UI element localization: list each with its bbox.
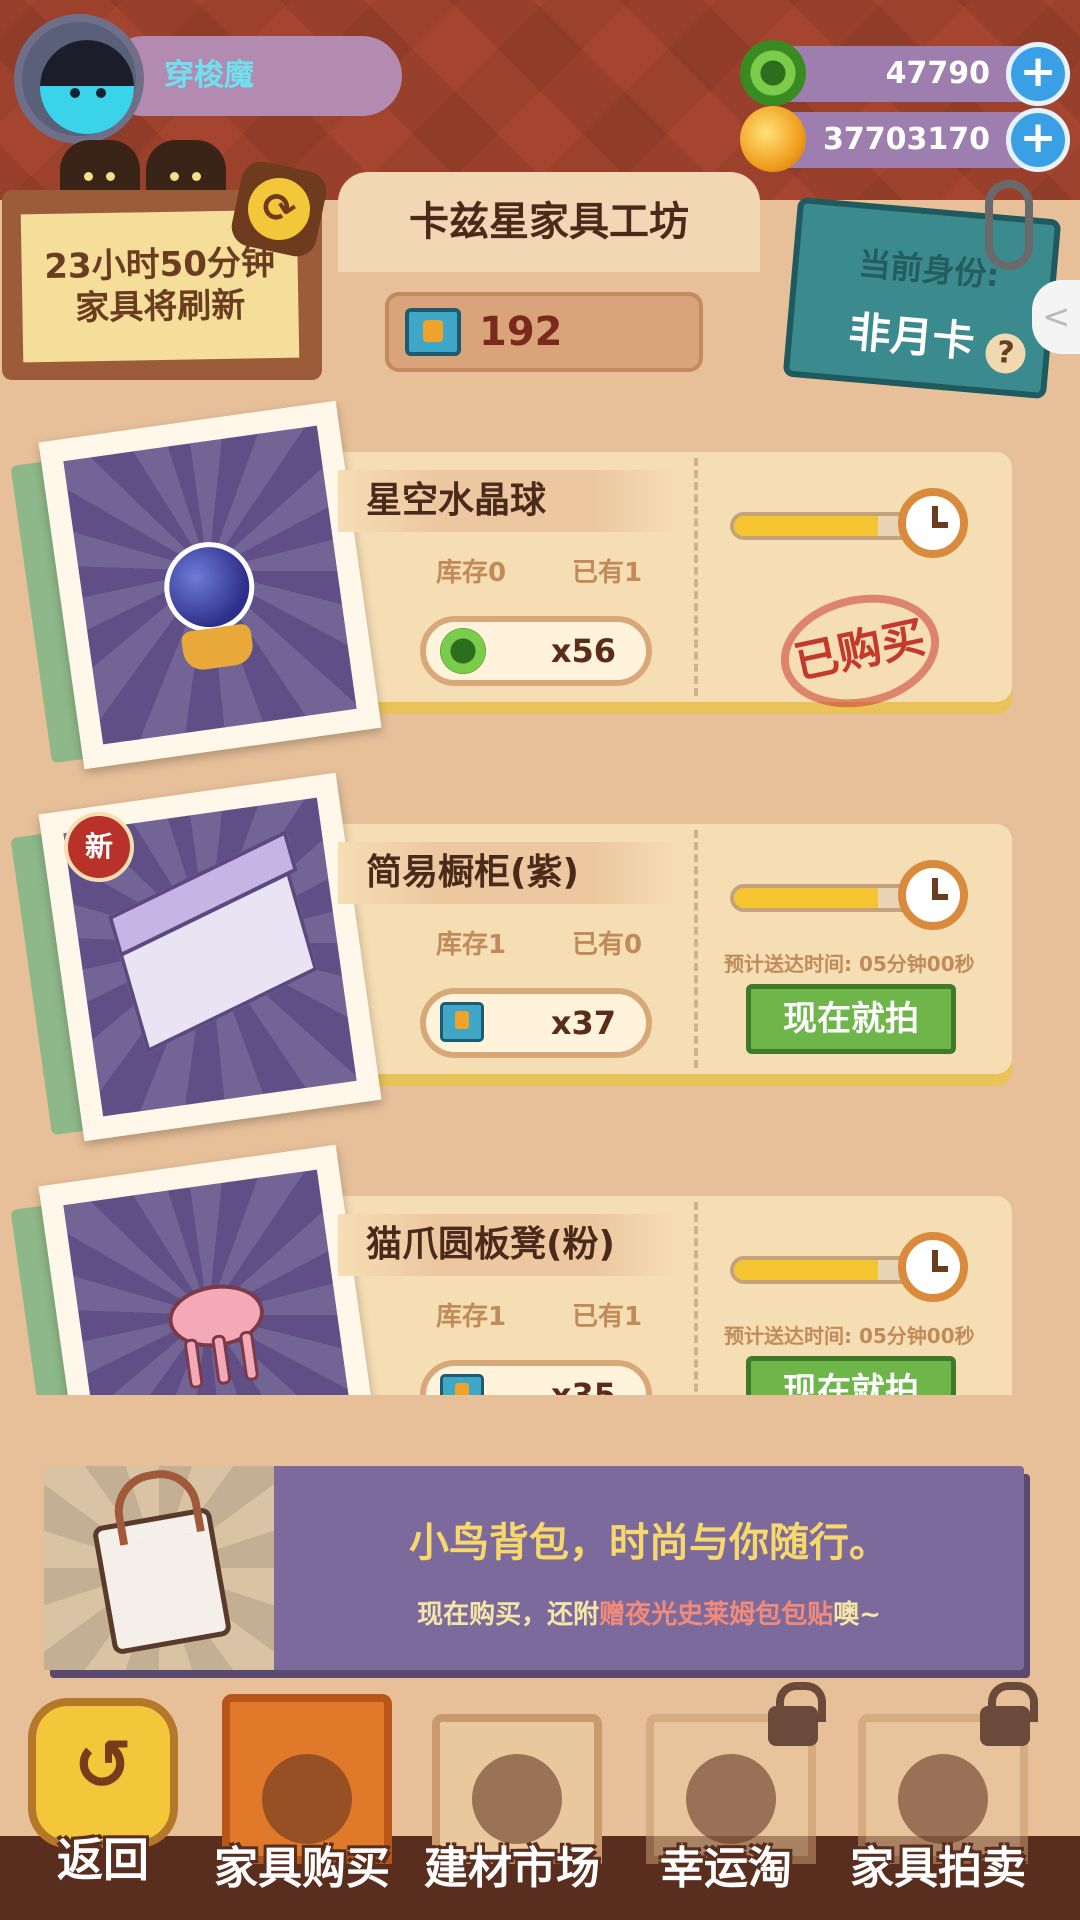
- item-name: 猫爪圆板凳(粉): [338, 1214, 678, 1276]
- promo-art: [44, 1466, 274, 1670]
- tab-furniture-auction[interactable]: 家具拍卖: [848, 1682, 1038, 1894]
- item-stock: 库存1: [436, 930, 507, 960]
- item-stock: 库存0: [436, 558, 507, 588]
- list-item: 星空水晶球 库存0 已有1 x56 已购买: [0, 400, 1080, 770]
- item-owned: 已有1: [572, 558, 643, 588]
- paper-clip-icon: [985, 180, 1033, 270]
- promo-title: 小鸟背包，时尚与你随行。: [409, 1520, 889, 1566]
- item-price: x56: [420, 616, 652, 686]
- paint-bucket-icon: [472, 1754, 562, 1844]
- refresh-button[interactable]: ⟳: [227, 157, 331, 261]
- list-item: 新 简易橱柜(紫) 库存1 已有0 x37 预计送达时间: 05分钟00秒 现在…: [0, 772, 1080, 1142]
- item-name: 星空水晶球: [338, 470, 678, 532]
- bid-now-button[interactable]: 现在就拍: [746, 984, 956, 1054]
- green-coin-icon: [740, 40, 806, 106]
- gavel-icon: [898, 1754, 988, 1844]
- ticket-count: 192: [479, 309, 563, 355]
- price-amount: x56: [550, 632, 616, 670]
- price-amount: x37: [550, 1004, 616, 1042]
- tab-label: 幸运淘: [660, 1843, 792, 1894]
- tab-furniture-purchase[interactable]: 家具购买: [212, 1694, 392, 1894]
- tab-label: 家具拍卖: [850, 1843, 1026, 1894]
- price-amount: x35: [550, 1376, 616, 1395]
- star-icon: [686, 1754, 776, 1844]
- timer-fill: [734, 888, 878, 908]
- new-badge: 新: [64, 812, 134, 882]
- timer-fill: [734, 516, 878, 536]
- timer-fill: [734, 1260, 878, 1280]
- gold-planet-coin-icon: [740, 106, 806, 172]
- gold-coin-balance: 37703170 +: [740, 106, 1070, 172]
- item-name: 简易橱柜(紫): [338, 842, 678, 904]
- back-arrow-icon: ↺: [73, 1724, 133, 1806]
- green-coin-amount: 47790: [885, 56, 990, 91]
- item-list[interactable]: 星空水晶球 库存0 已有1 x56 已购买 新 简易橱柜(紫) 库存1 已有0 …: [0, 400, 1080, 1395]
- promo-banner[interactable]: 小鸟背包，时尚与你随行。 现在购买，还附赠夜光史莱姆包包贴噢~: [44, 1466, 1024, 1670]
- bird-bag-icon: [91, 1506, 233, 1656]
- item-owned: 已有0: [572, 930, 643, 960]
- lock-icon: [976, 1682, 1038, 1746]
- identity-value: 非月卡: [846, 306, 977, 367]
- lock-icon: [764, 1682, 826, 1746]
- player-name: 穿梭魔: [104, 36, 402, 116]
- gold-coin-amount: 37703170: [823, 122, 990, 157]
- back-label: 返回: [57, 1833, 149, 1887]
- add-gold-coin-button[interactable]: +: [1006, 108, 1070, 172]
- delivery-time: 预计送达时间: 05分钟00秒: [724, 1324, 975, 1348]
- avatar[interactable]: [14, 14, 144, 144]
- item-price: x35: [420, 1360, 652, 1395]
- tab-label: 建材市场: [424, 1843, 600, 1894]
- help-icon[interactable]: ?: [983, 331, 1028, 376]
- item-price: x37: [420, 988, 652, 1058]
- clock-icon: [898, 860, 968, 930]
- refresh-icon: ⟳: [242, 172, 316, 246]
- ticket-icon: [440, 1374, 484, 1395]
- item-photo[interactable]: [38, 400, 382, 770]
- promo-subtitle: 现在购买，还附赠夜光史莱姆包包贴噢~: [417, 1600, 881, 1630]
- green-coin-icon: [440, 628, 486, 674]
- tab-label: 家具购买: [214, 1843, 390, 1894]
- tab-lucky-draw[interactable]: 幸运淘: [636, 1682, 826, 1894]
- list-item: 猫爪圆板凳(粉) 库存1 已有1 x35 预计送达时间: 05分钟00秒 现在就…: [0, 1144, 1080, 1395]
- share-icon[interactable]: <: [1032, 280, 1080, 354]
- bid-now-button[interactable]: 现在就拍: [746, 1356, 956, 1395]
- item-owned: 已有1: [572, 1302, 643, 1332]
- tab-building-market[interactable]: 建材市场: [422, 1694, 602, 1894]
- delivery-time: 预计送达时间: 05分钟00秒: [724, 952, 975, 976]
- ticket-icon: [405, 308, 461, 356]
- clock-icon: [898, 488, 968, 558]
- identity-label: 当前身份:: [857, 244, 1001, 295]
- ticket-icon: [440, 1002, 484, 1042]
- item-photo[interactable]: [38, 1144, 382, 1395]
- clock-icon: [898, 1232, 968, 1302]
- cabinet-icon: [116, 862, 318, 1054]
- add-green-coin-button[interactable]: +: [1006, 42, 1070, 106]
- player-profile[interactable]: 穿梭魔: [14, 14, 402, 144]
- ticket-balance: 192: [385, 292, 703, 372]
- cat-avatar-icon: [40, 40, 134, 134]
- back-button[interactable]: ↺ 返回: [28, 1698, 178, 1887]
- crystal-ball-icon: [158, 536, 261, 638]
- green-coin-balance: 47790 +: [740, 40, 1070, 106]
- gift-plant-icon: [262, 1754, 352, 1844]
- shop-title: 卡兹星家具工坊: [338, 172, 760, 272]
- item-stock: 库存1: [436, 1302, 507, 1332]
